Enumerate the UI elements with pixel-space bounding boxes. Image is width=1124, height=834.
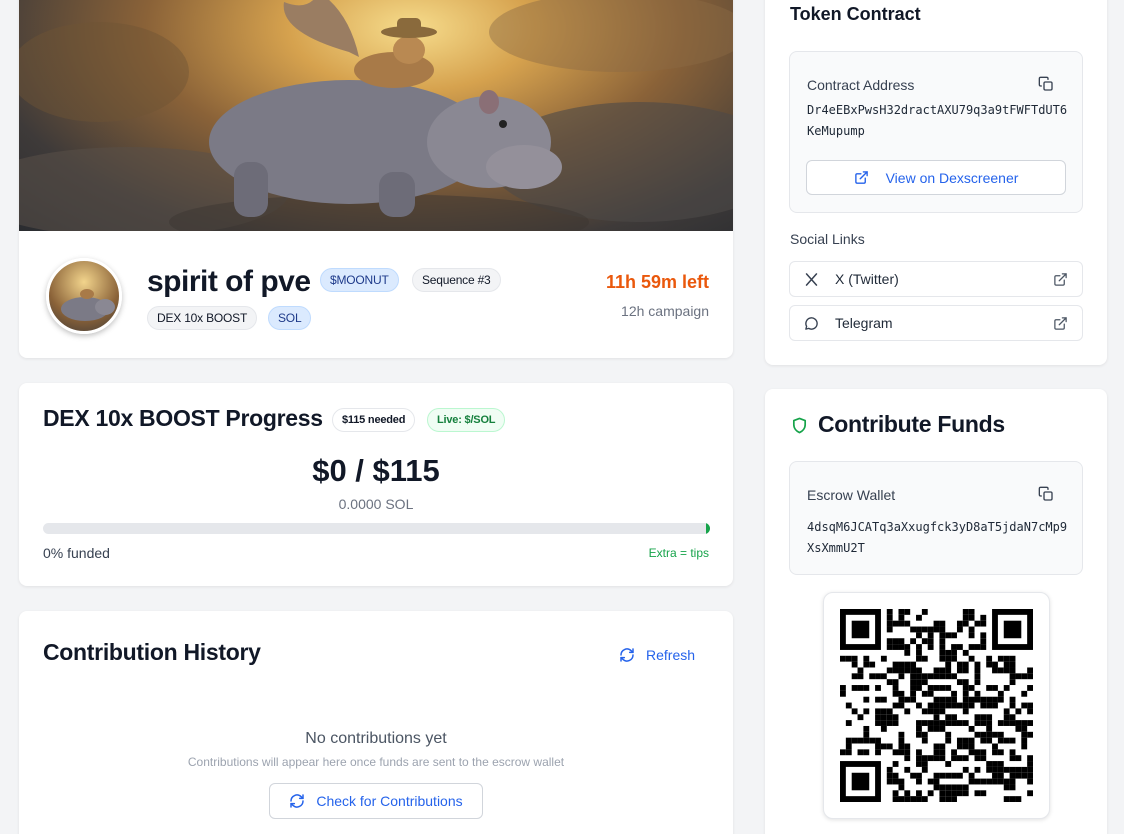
extra-tips-label: Extra = tips <box>648 546 709 560</box>
chat-bubble-icon <box>805 317 818 330</box>
view-dexscreener-button[interactable]: View on Dexscreener <box>806 160 1066 195</box>
refresh-button[interactable]: Refresh <box>619 643 695 667</box>
external-link-icon <box>854 171 868 184</box>
campaign-title: spirit of pve <box>147 265 311 298</box>
refresh-icon <box>620 648 634 662</box>
check-contributions-label: Check for Contributions <box>316 793 463 809</box>
escrow-wallet-address: 4dsqM6JCATq3aXxugfck3yD8aT5jdaN7cMp9XsXm… <box>807 520 1068 555</box>
social-link-telegram[interactable]: Telegram <box>789 305 1083 341</box>
contribute-title: Contribute Funds <box>818 411 1005 437</box>
copy-icon[interactable] <box>1038 76 1054 92</box>
view-dexscreener-label: View on Dexscreener <box>885 169 1019 186</box>
progress-bar-track <box>43 523 710 534</box>
refresh-label: Refresh <box>646 647 696 663</box>
sol-tag: SOL <box>268 306 312 330</box>
twitter-label: X (Twitter) <box>835 271 899 287</box>
contribution-history-card: Contribution History Refresh No contribu… <box>19 611 733 834</box>
escrow-wallet-box: Escrow Wallet 4dsqM6JCATq3aXxugfck3yD8aT… <box>789 461 1083 575</box>
social-link-twitter[interactable]: X (Twitter) <box>789 261 1083 297</box>
escrow-wallet-label: Escrow Wallet <box>807 487 896 503</box>
contribute-funds-card: Contribute Funds Escrow Wallet 4dsqM6JCA… <box>765 389 1107 834</box>
empty-state-title: No contributions yet <box>305 730 447 747</box>
sequence-badge: Sequence #3 <box>412 268 501 292</box>
live-badge: Live: $/SOL <box>427 408 506 432</box>
campaign-avatar <box>46 258 122 334</box>
progress-card: DEX 10x BOOST Progress $115 needed Live:… <box>19 383 733 586</box>
progress-amount: $0 / $115 <box>312 453 440 488</box>
token-contract-title: Token Contract <box>790 4 921 24</box>
external-link-icon <box>1054 317 1067 330</box>
progress-sol: 0.0000 SOL <box>338 496 414 512</box>
campaign-header-card: spirit of pve $MOONUT Sequence #3 DEX 10… <box>19 0 733 358</box>
external-link-icon <box>1054 273 1067 286</box>
history-title: Contribution History <box>43 639 261 665</box>
ticker-badge: $MOONUT <box>320 268 399 292</box>
needed-badge: $115 needed <box>332 408 416 432</box>
copy-icon[interactable] <box>1038 486 1054 502</box>
time-left: 11h 59m left <box>605 272 709 292</box>
boost-tag: DEX 10x BOOST <box>147 306 258 330</box>
refresh-icon <box>290 794 305 808</box>
shield-icon <box>792 417 807 434</box>
telegram-label: Telegram <box>835 315 893 331</box>
contract-address-value: Dr4eEBxPwsH32dractAXU79q3a9tFWFTdUT6KeMu… <box>807 103 1068 138</box>
social-links-title: Social Links <box>790 231 865 247</box>
token-contract-card: Token Contract Contract Address Dr4eEBxP… <box>765 0 1107 365</box>
escrow-qr-code <box>840 609 1033 802</box>
check-contributions-button[interactable]: Check for Contributions <box>269 783 483 819</box>
progress-bar-end-marker <box>706 523 710 534</box>
contract-address-label: Contract Address <box>807 77 915 93</box>
campaign-banner-image <box>19 0 733 231</box>
x-logo-icon <box>805 273 818 286</box>
hippo-squirrel-illustration <box>19 0 733 231</box>
empty-state-subtitle: Contributions will appear here once fund… <box>187 755 565 769</box>
progress-title: DEX 10x BOOST Progress <box>43 405 323 431</box>
funded-label: 0% funded <box>43 545 110 561</box>
campaign-duration: 12h campaign <box>621 303 709 319</box>
contract-address-box: Contract Address Dr4eEBxPwsH32dractAXU79… <box>789 51 1083 213</box>
qr-code-frame <box>823 592 1050 819</box>
